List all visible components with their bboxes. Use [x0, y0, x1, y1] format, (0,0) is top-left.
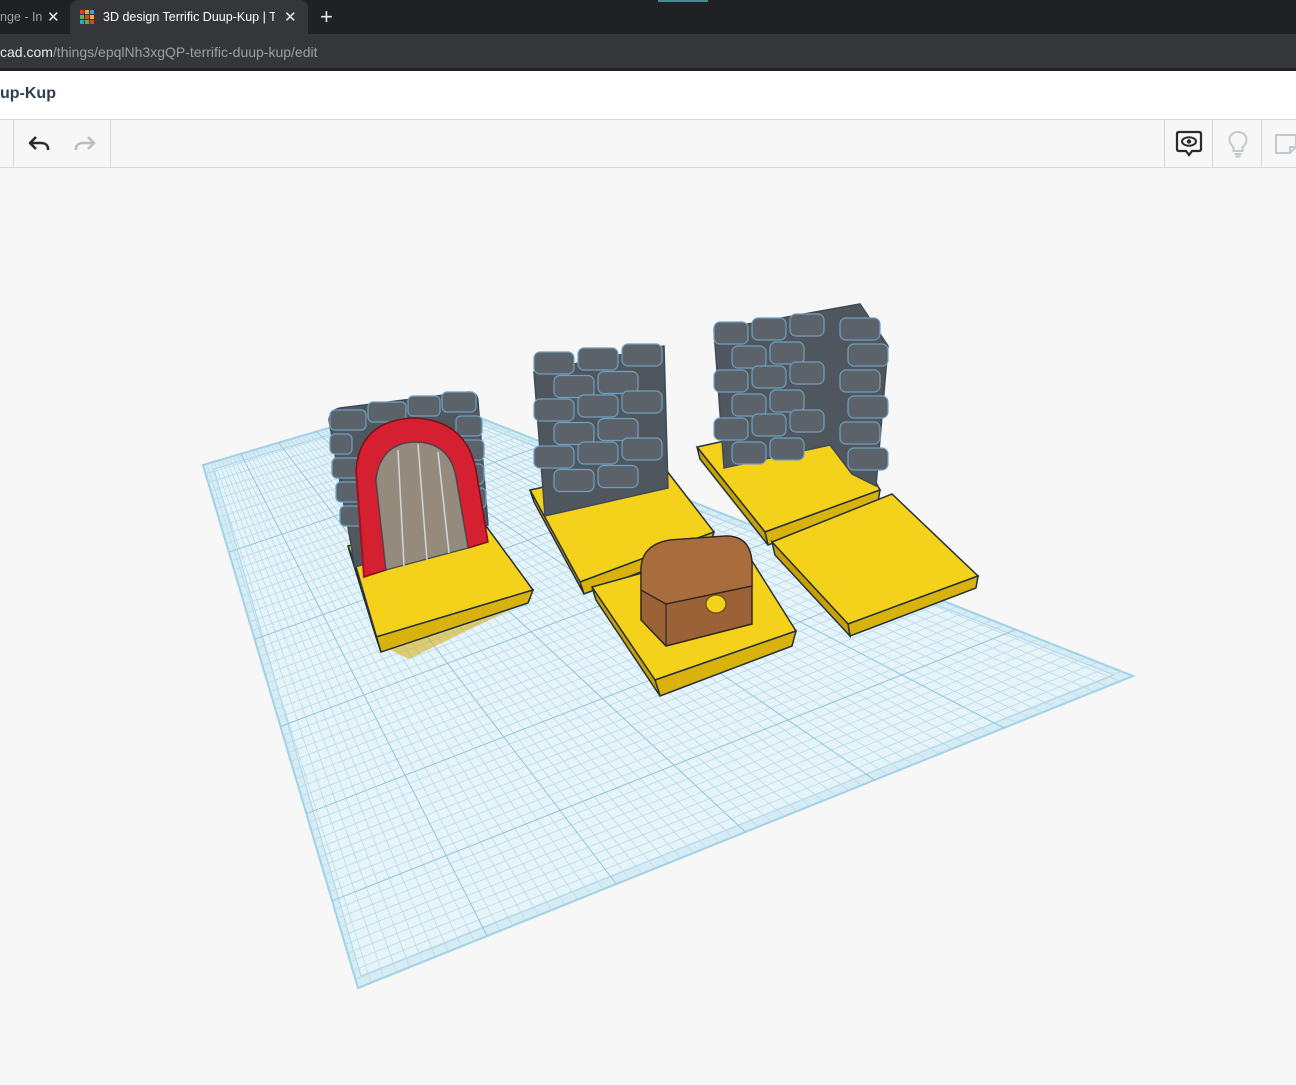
- hint-button[interactable]: [1222, 128, 1254, 160]
- stone-brick: [577, 347, 619, 371]
- stone-brick: [731, 393, 767, 417]
- stone-brick: [751, 365, 787, 389]
- url-host: cad.com: [0, 44, 53, 60]
- stone-brick: [769, 341, 805, 365]
- stone-brick: [577, 394, 619, 418]
- stone-brick: [751, 413, 787, 437]
- undo-icon: [28, 136, 50, 150]
- scene-canvas[interactable]: [0, 168, 1296, 1080]
- stone-brick: [597, 370, 639, 395]
- stone-brick: [839, 421, 881, 445]
- toolbar-divider: [1261, 120, 1262, 167]
- stone-brick: [533, 351, 575, 375]
- stone-brick: [533, 398, 575, 422]
- stone-brick: [553, 421, 595, 446]
- toolbar-divider: [110, 120, 111, 167]
- tab-previous[interactable]: nge - In ✕: [0, 0, 68, 34]
- stone-brick: [847, 395, 889, 419]
- stone-brick: [597, 417, 639, 442]
- new-tab-icon[interactable]: +: [320, 4, 333, 30]
- stone-brick: [621, 343, 663, 367]
- toolbar-divider: [1164, 120, 1165, 167]
- toolbar-divider: [1212, 120, 1213, 167]
- stone-brick: [713, 417, 749, 441]
- url-path: /things/epqlNh3xgQP-terrific-duup-kup/ed…: [52, 44, 318, 60]
- design-name[interactable]: up-Kup: [0, 85, 56, 103]
- stone-brick: [847, 447, 889, 471]
- lock-icon: [705, 594, 727, 614]
- tab-current[interactable]: 3D design Terrific Duup-Kup | Tin ✕: [70, 0, 308, 34]
- stone-brick: [533, 445, 575, 469]
- stone-brick: [789, 409, 825, 433]
- stone-brick: [789, 313, 825, 337]
- stone-brick: [553, 374, 595, 399]
- redo-button[interactable]: [69, 128, 101, 160]
- view-icon: [1175, 130, 1203, 157]
- stone-brick: [769, 389, 805, 413]
- stone-brick: [713, 369, 749, 393]
- window-accent: [658, 0, 708, 2]
- notes-icon: [1275, 134, 1296, 154]
- stone-brick: [751, 317, 787, 341]
- workplane-viewport[interactable]: [0, 168, 1296, 1080]
- tab-title: 3D design Terrific Duup-Kup | Tin: [103, 10, 275, 24]
- stone-brick: [621, 390, 663, 414]
- stone-brick: [597, 464, 639, 489]
- stone-brick: [769, 437, 805, 461]
- tab-close-icon[interactable]: ✕: [47, 8, 60, 26]
- editor-toolbar: [0, 120, 1296, 168]
- browser-tab-bar: nge - In ✕ 3D design Terrific Duup-Kup |…: [0, 0, 1296, 34]
- url-text[interactable]: cad.com/things/epqlNh3xgQP-terrific-duup…: [0, 44, 318, 60]
- stone-brick: [553, 468, 595, 493]
- stone-brick: [839, 369, 881, 393]
- stone-brick: [839, 317, 881, 341]
- notes-button[interactable]: [1268, 128, 1296, 160]
- stone-brick: [577, 441, 619, 465]
- stone-brick: [621, 437, 663, 461]
- tab-title: nge - In: [0, 10, 42, 24]
- view-button[interactable]: [1173, 128, 1205, 160]
- lightbulb-icon: [1228, 130, 1248, 158]
- toolbar-divider: [13, 120, 14, 167]
- redo-icon: [74, 136, 96, 150]
- stone-brick: [789, 361, 825, 385]
- stone-brick: [731, 441, 767, 465]
- stone-brick: [847, 343, 889, 367]
- tab-close-icon[interactable]: ✕: [284, 8, 297, 26]
- tinkercad-favicon-icon: [80, 10, 94, 24]
- stone-brick: [713, 321, 749, 345]
- app-header: up-Kup: [0, 71, 1296, 120]
- undo-button[interactable]: [23, 128, 55, 160]
- stone-brick: [731, 345, 767, 369]
